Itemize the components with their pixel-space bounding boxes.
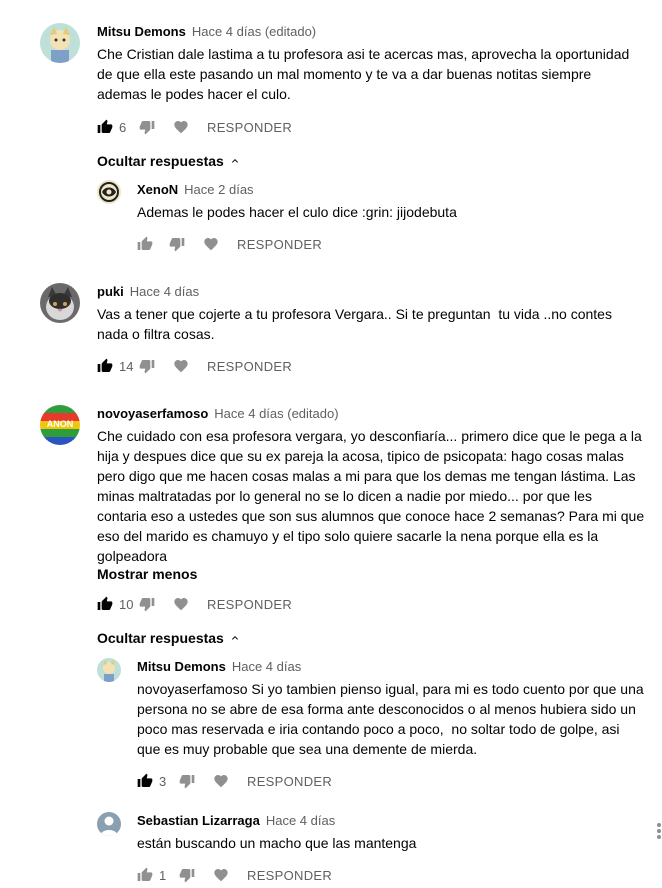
dislike-icon[interactable] — [139, 358, 155, 374]
comment-actions: 1 RESPONDER — [137, 865, 332, 885]
comment-actions: RESPONDER — [137, 234, 322, 254]
like-icon[interactable] — [97, 358, 113, 374]
reply-button[interactable]: RESPONDER — [237, 237, 322, 252]
timestamp[interactable]: Hace 2 días — [184, 182, 253, 197]
heart-icon[interactable] — [213, 773, 229, 789]
more-actions-icon[interactable] — [656, 822, 662, 840]
dislike-icon[interactable] — [139, 596, 155, 612]
comment-header: novoyaserfamoso Hace 4 días (editado) — [97, 406, 339, 421]
comment-text: Che Cristian dale lastima a tu profesora… — [97, 46, 630, 102]
timestamp[interactable]: Hace 4 días (editado) — [192, 24, 316, 39]
like-icon[interactable] — [97, 119, 113, 135]
heart-icon[interactable] — [203, 236, 219, 252]
avatar[interactable] — [97, 658, 121, 682]
avatar[interactable]: ANON — [40, 405, 80, 445]
hide-replies-label: Ocultar respuestas — [97, 153, 224, 169]
comment-header: puki Hace 4 días — [97, 284, 199, 299]
comment-actions: 14 RESPONDER — [97, 356, 292, 376]
comment-header: Mitsu Demons Hace 4 días (editado) — [97, 24, 316, 39]
comment-text: Vas a tener que cojerte a tu profesora V… — [97, 306, 612, 342]
reply-button[interactable]: RESPONDER — [247, 868, 332, 883]
reply-button[interactable]: RESPONDER — [207, 120, 292, 135]
dislike-icon[interactable] — [179, 867, 195, 883]
comment-text: están buscando un macho que las mantenga — [137, 835, 417, 851]
like-icon[interactable] — [137, 236, 153, 252]
heart-icon[interactable] — [213, 867, 229, 883]
comment-text: Che cuidado con esa profesora vergara, y… — [97, 428, 645, 564]
comment-header: XenoN Hace 2 días — [137, 182, 254, 197]
comment-header: Mitsu Demons Hace 4 días — [137, 659, 301, 674]
reply-button[interactable]: RESPONDER — [207, 597, 292, 612]
chevron-up-icon — [231, 159, 238, 163]
author-name[interactable]: XenoN — [137, 182, 178, 197]
avatar[interactable] — [40, 23, 80, 63]
heart-icon[interactable] — [173, 119, 189, 135]
comment-actions: 3 RESPONDER — [137, 771, 332, 791]
author-name[interactable]: Mitsu Demons — [137, 659, 226, 674]
reply-button[interactable]: RESPONDER — [207, 359, 292, 374]
like-count: 14 — [119, 358, 134, 374]
comment-text: Ademas le podes hacer el culo dice :grin… — [137, 204, 457, 220]
hide-replies-toggle[interactable]: Ocultar respuestas — [97, 153, 241, 169]
avatar[interactable] — [40, 283, 80, 323]
author-name[interactable]: puki — [97, 284, 124, 299]
hide-replies-toggle[interactable]: Ocultar respuestas — [97, 630, 241, 646]
avatar[interactable] — [97, 812, 121, 836]
like-icon[interactable] — [97, 596, 113, 612]
like-count: 6 — [119, 119, 127, 135]
comment-actions: 10 RESPONDER — [97, 594, 292, 614]
author-name[interactable]: novoyaserfamoso — [97, 406, 208, 421]
comment-actions: 6 RESPONDER — [97, 117, 292, 137]
chevron-up-icon — [231, 636, 238, 640]
like-icon[interactable] — [137, 867, 153, 883]
dislike-icon[interactable] — [169, 236, 185, 252]
comment-text: novoyaserfamoso Si yo tambien pienso igu… — [137, 681, 644, 757]
like-count: 1 — [159, 867, 167, 883]
timestamp[interactable]: Hace 4 días — [232, 659, 301, 674]
hide-replies-label: Ocultar respuestas — [97, 630, 224, 646]
avatar-logo-text: ANON — [47, 419, 74, 429]
show-less-button[interactable]: Mostrar menos — [97, 566, 197, 582]
timestamp[interactable]: Hace 4 días — [130, 284, 199, 299]
comment-header: Sebastian Lizarraga Hace 4 días — [137, 813, 335, 828]
avatar[interactable] — [97, 180, 121, 204]
timestamp[interactable]: Hace 4 días (editado) — [214, 406, 338, 421]
dislike-icon[interactable] — [179, 773, 195, 789]
like-count: 3 — [159, 773, 167, 789]
heart-icon[interactable] — [173, 358, 189, 374]
author-name[interactable]: Sebastian Lizarraga — [137, 813, 260, 828]
timestamp[interactable]: Hace 4 días — [266, 813, 335, 828]
author-name[interactable]: Mitsu Demons — [97, 24, 186, 39]
heart-icon[interactable] — [173, 596, 189, 612]
dislike-icon[interactable] — [139, 119, 155, 135]
like-icon[interactable] — [137, 773, 153, 789]
like-count: 10 — [119, 596, 134, 612]
reply-button[interactable]: RESPONDER — [247, 774, 332, 789]
